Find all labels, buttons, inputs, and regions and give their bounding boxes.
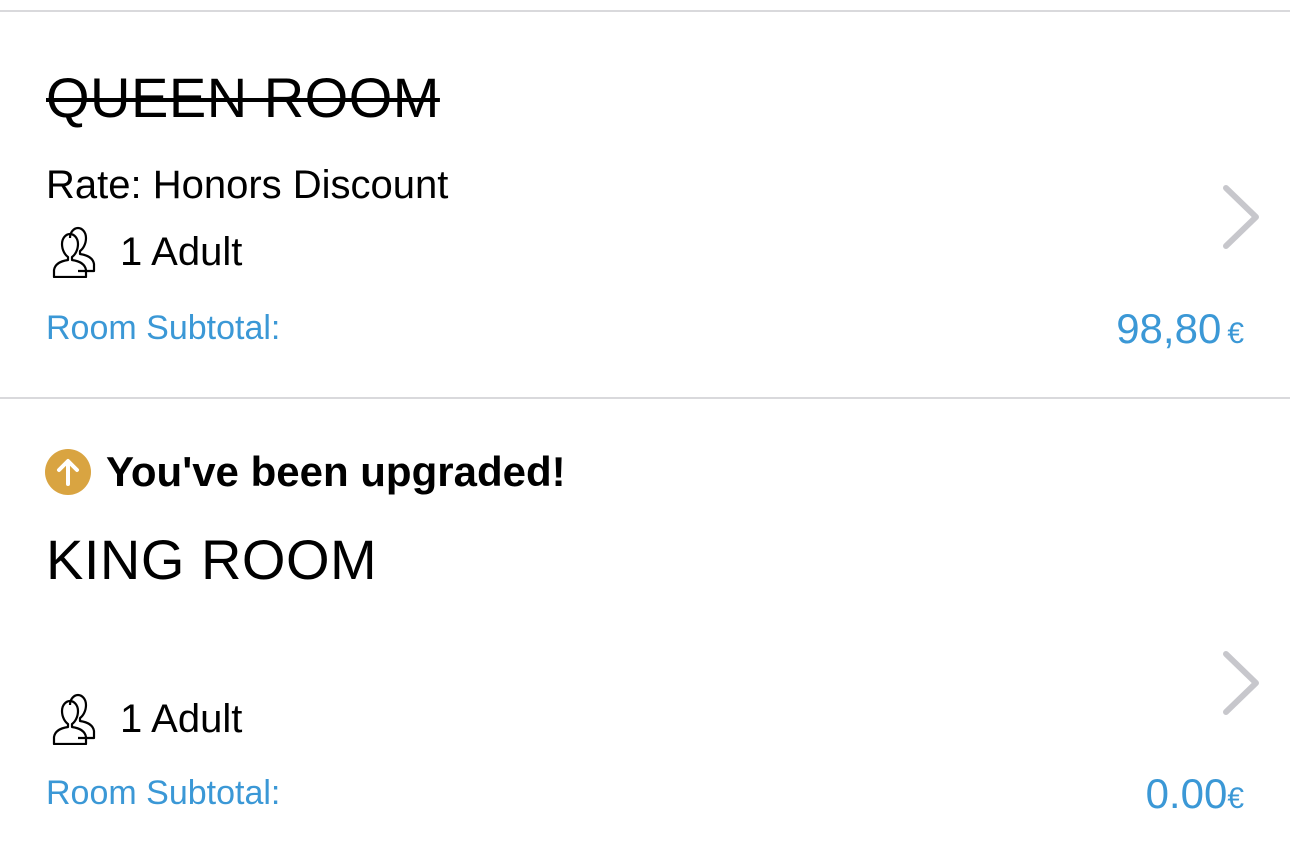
subtotal-amount: 98,80 [1116,305,1222,352]
subtotal-value: 98,80 € [1116,308,1244,355]
subtotal-label: Room Subtotal: [46,774,281,812]
subtotal-label: Room Subtotal: [46,309,281,347]
room-card-upgraded[interactable]: You've been upgraded! KING ROOM 1 Adult … [0,399,1290,861]
currency-symbol: € [1227,317,1244,350]
upgrade-arrow-icon [45,449,91,495]
guest-row: 1 Adult [46,226,242,278]
room-name: KING ROOM [46,528,378,591]
room-name-struck: QUEEN ROOM [46,66,440,129]
upgrade-notice: You've been upgraded! [44,448,566,496]
guest-row: 1 Adult [46,693,242,745]
subtotal-amount: 0.00 [1145,770,1228,817]
upgrade-message: You've been upgraded! [106,448,566,495]
rate-label: Rate: Honors Discount [46,163,449,207]
subtotal-value: 0.00€ [1146,773,1244,820]
room-summary-screen: QUEEN ROOM Rate: Honors Discount 1 Adult… [0,0,1290,861]
guests-icon [52,226,96,278]
guest-count: 1 Adult [120,230,243,274]
currency-symbol: € [1227,782,1244,815]
chevron-right-icon [1223,185,1259,249]
guest-count: 1 Adult [120,697,243,741]
guests-icon [52,693,96,745]
chevron-right-icon [1223,651,1259,715]
room-card-original[interactable]: QUEEN ROOM Rate: Honors Discount 1 Adult… [0,12,1290,397]
